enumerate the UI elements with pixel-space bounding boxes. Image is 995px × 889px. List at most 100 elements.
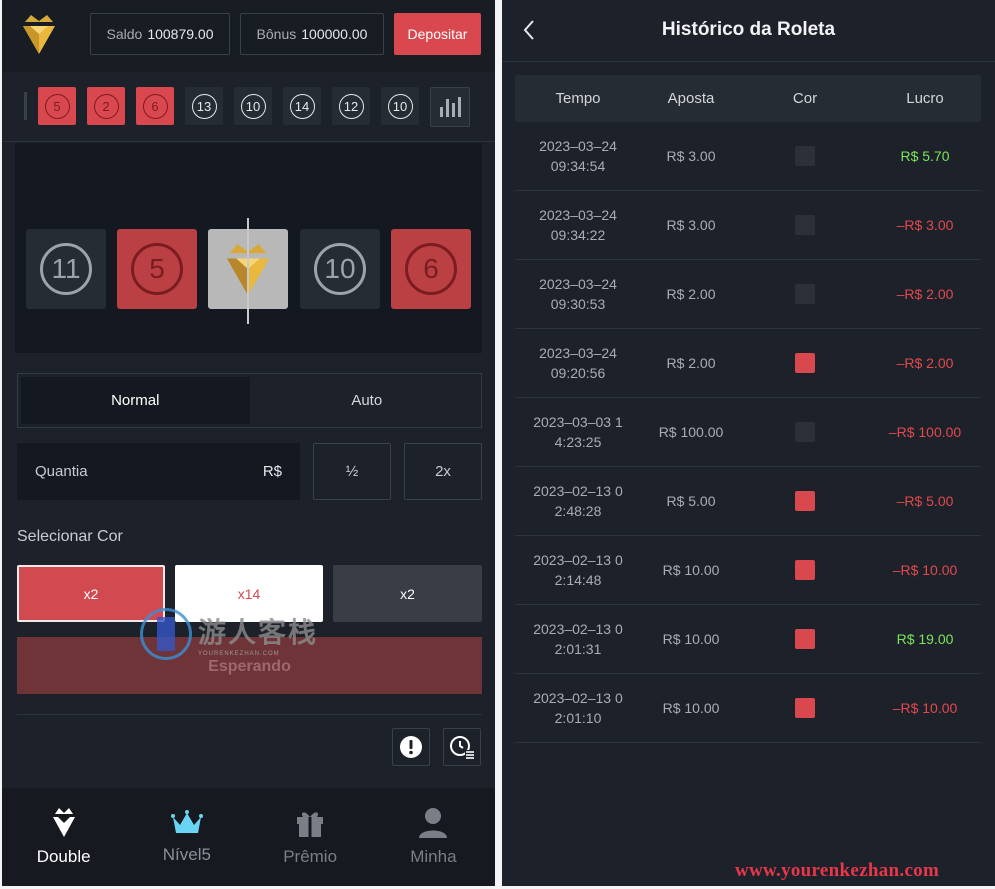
- page-title: Histórico da Roleta: [661, 19, 836, 40]
- table-row: 2023–02–13 0 2:48:28 R$ 5.00 –R$ 5.00: [515, 467, 981, 536]
- nav-prize[interactable]: Prêmio: [249, 788, 372, 886]
- watermark-emblem-icon: [140, 608, 192, 660]
- bonus-label: Bônus: [256, 26, 297, 42]
- row-time: 2023–03–24 09:20:56: [539, 345, 617, 381]
- color-swatch: [795, 284, 815, 304]
- currency-label: R$: [262, 463, 282, 480]
- row-time: 2023–02–13 0 2:01:10: [533, 690, 623, 726]
- divider: [17, 714, 482, 715]
- result-chip-number: 12: [338, 93, 364, 119]
- column-profit: Lucro: [906, 90, 944, 107]
- deposit-button[interactable]: Depositar: [394, 13, 481, 55]
- result-chip-number: 13: [191, 93, 217, 119]
- row-time: 2023–03–24 09:34:54: [539, 138, 617, 174]
- result-chip: 10: [381, 87, 419, 125]
- info-button[interactable]: [392, 728, 430, 766]
- result-chip: 10: [234, 87, 272, 125]
- history-header: Histórico da Roleta: [502, 0, 995, 62]
- color-swatch: [795, 491, 815, 511]
- color-swatch: [795, 629, 815, 649]
- recent-results-strip: 5 2 6 13 10 14 12 10: [2, 72, 495, 142]
- row-bet: R$ 5.00: [666, 493, 716, 509]
- row-bet: R$ 10.00: [662, 631, 720, 647]
- wheel-tile: 5: [117, 229, 197, 309]
- stats-button[interactable]: [430, 87, 470, 127]
- wheel-tile-number: 11: [40, 243, 92, 295]
- result-chip: 13: [185, 87, 223, 125]
- double-bet-button[interactable]: 2x: [404, 443, 482, 500]
- table-row: 2023–03–24 09:34:22 R$ 3.00 –R$ 3.00: [515, 191, 981, 260]
- nav-profile-label: Minha: [410, 847, 457, 866]
- strip-scroll-marker: [24, 92, 27, 120]
- row-bet: R$ 2.00: [666, 355, 716, 371]
- row-profit: –R$ 10.00: [892, 562, 958, 578]
- select-color-label: Selecionar Cor: [17, 528, 123, 545]
- row-profit: R$ 5.70: [900, 148, 950, 164]
- bonus-display: Bônus 100000.00: [240, 13, 384, 55]
- watermark-logo-sub: YOURENKEZHAN.COM: [198, 651, 280, 657]
- row-profit: –R$ 100.00: [888, 424, 962, 440]
- row-bet: R$ 100.00: [658, 424, 724, 440]
- watermark-site: www.yourenkezhan.com: [735, 860, 940, 881]
- row-time: 2023–02–13 0 2:01:31: [533, 621, 623, 657]
- table-row: 2023–03–03 1 4:23:25 R$ 100.00 –R$ 100.00: [515, 398, 981, 467]
- clock-list-icon: [450, 736, 474, 759]
- wheel-tile-number: 10: [314, 243, 366, 295]
- bottom-navigation: Double Nível5 Prêmio Minha: [2, 788, 495, 886]
- table-header: Tempo Aposta Cor Lucro: [515, 75, 981, 122]
- balance-display: Saldo 100879.00: [90, 13, 230, 55]
- crown-icon: [170, 810, 203, 833]
- bet-amount-input[interactable]: [35, 463, 215, 480]
- bar-chart-icon: [439, 107, 443, 117]
- table-row: 2023–02–13 0 2:14:48 R$ 10.00 –R$ 10.00: [515, 536, 981, 605]
- tab-normal[interactable]: Normal: [21, 377, 250, 424]
- exclamation-icon: [400, 736, 422, 758]
- bet-amount-field[interactable]: R$: [17, 443, 300, 500]
- watermark-logo-text: 游人客栈: [198, 617, 319, 648]
- half-bet-button[interactable]: ½: [313, 443, 391, 500]
- color-black-button[interactable]: x2: [333, 565, 482, 622]
- result-chip: 6: [136, 87, 174, 125]
- table-row: 2023–03–24 09:30:53 R$ 2.00 –R$ 2.00: [515, 260, 981, 329]
- tab-auto[interactable]: Auto: [253, 374, 482, 427]
- row-profit: –R$ 3.00: [896, 217, 954, 233]
- nav-level[interactable]: Nível5: [125, 788, 248, 886]
- mode-tabs: Normal Auto: [17, 373, 482, 428]
- column-bet: Aposta: [667, 90, 715, 107]
- result-chip-number: 14: [289, 93, 315, 119]
- wheel-tile: 10: [300, 229, 380, 309]
- row-color: [741, 215, 869, 235]
- diamond-crown-logo-icon: [23, 15, 55, 54]
- color-swatch: [795, 560, 815, 580]
- back-button[interactable]: [516, 16, 542, 44]
- nav-double[interactable]: Double: [2, 788, 125, 886]
- row-color: [741, 353, 869, 373]
- result-chip-number: 6: [142, 93, 168, 119]
- color-swatch: [795, 215, 815, 235]
- row-time: 2023–03–24 09:30:53: [539, 276, 617, 312]
- row-bet: R$ 10.00: [662, 562, 720, 578]
- row-color: [741, 284, 869, 304]
- result-chip-number: 2: [93, 93, 119, 119]
- nav-level-label: Nível5: [162, 845, 211, 864]
- balance-value: 100879.00: [147, 26, 214, 42]
- history-table-body: 2023–03–24 09:34:54 R$ 3.00 R$ 5.70 2023–03…: [515, 122, 981, 743]
- result-chip-number: 10: [240, 93, 266, 119]
- row-profit: –R$ 2.00: [896, 355, 954, 371]
- bonus-value: 100000.00: [301, 26, 368, 42]
- result-chip: 12: [332, 87, 370, 125]
- nav-profile[interactable]: Minha: [372, 788, 495, 886]
- row-time: 2023–02–13 0 2:48:28: [533, 483, 623, 519]
- row-bet: R$ 3.00: [666, 217, 716, 233]
- table-row: 2023–03–24 09:20:56 R$ 2.00 –R$ 2.00: [515, 329, 981, 398]
- row-color: [741, 491, 869, 511]
- table-row: 2023–02–13 0 2:01:31 R$ 10.00 R$ 19.00: [515, 605, 981, 674]
- row-time: 2023–02–13 0 2:14:48: [533, 552, 623, 588]
- row-time: 2023–03–03 1 4:23:25: [533, 414, 623, 450]
- column-color: Cor: [792, 90, 818, 107]
- table-row: 2023–03–24 09:34:54 R$ 3.00 R$ 5.70: [515, 122, 981, 191]
- row-time: 2023–03–24 09:34:22: [539, 207, 617, 243]
- column-time: Tempo: [555, 90, 601, 107]
- history-button[interactable]: [443, 728, 481, 766]
- gift-icon: [297, 812, 324, 837]
